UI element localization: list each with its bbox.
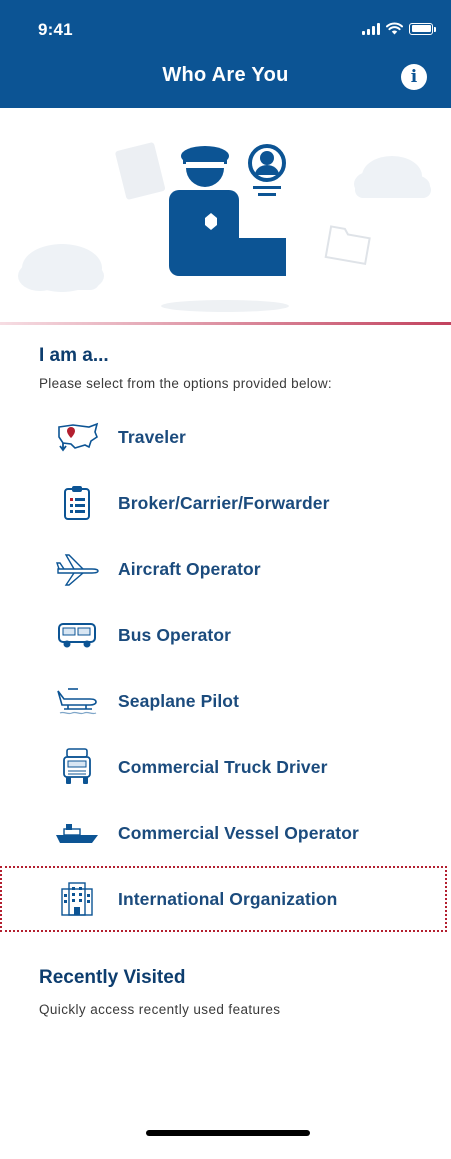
option-seaplane-pilot[interactable]: Seaplane Pilot [0, 668, 451, 734]
status-icons [362, 22, 436, 35]
option-bus-operator[interactable]: Bus Operator [0, 602, 451, 668]
clipboard-icon [52, 483, 102, 523]
recent-section-subtitle: Quickly access recently used features [39, 1002, 281, 1017]
recent-section-title: Recently Visited [39, 967, 186, 988]
option-traveler[interactable]: Traveler [0, 404, 451, 470]
airplane-icon [52, 549, 102, 589]
option-label: Commercial Vessel Operator [118, 822, 359, 843]
wifi-icon [386, 22, 403, 35]
option-label: Seaplane Pilot [118, 690, 240, 711]
status-time: 9:41 [38, 20, 73, 39]
home-indicator[interactable] [146, 1130, 310, 1136]
option-international-organization[interactable]: International Organization [0, 866, 447, 932]
section-divider [0, 322, 451, 325]
seaplane-icon [52, 681, 102, 721]
option-label: Traveler [118, 426, 186, 447]
option-aircraft-operator[interactable]: Aircraft Operator [0, 536, 451, 602]
hero-illustration [0, 108, 451, 324]
info-icon[interactable]: i [401, 64, 427, 90]
option-label: Commercial Truck Driver [118, 756, 328, 777]
option-label: Broker/Carrier/Forwarder [118, 492, 330, 513]
cellular-signal-icon [362, 22, 380, 35]
bus-icon [52, 615, 102, 655]
folder-icon [324, 225, 371, 266]
option-label: International Organization [118, 888, 338, 909]
option-broker-carrier-forwarder[interactable]: Broker/Carrier/Forwarder [0, 470, 451, 536]
section-title: I am a... [39, 345, 109, 366]
us-map-pin-icon [52, 417, 102, 457]
app-header: 9:41 Who Are You i [0, 0, 451, 108]
truck-icon [52, 747, 102, 787]
document-icon [115, 142, 166, 200]
option-label: Bus Operator [118, 624, 232, 645]
ship-icon [52, 813, 102, 853]
option-commercial-vessel-operator[interactable]: Commercial Vessel Operator [0, 800, 451, 866]
option-label: Aircraft Operator [118, 558, 261, 579]
page-title: Who Are You [162, 64, 289, 86]
battery-icon [409, 22, 436, 35]
cloud-icon [18, 244, 104, 292]
building-icon [52, 879, 102, 919]
section-subtitle: Please select from the options provided … [39, 376, 332, 391]
cloud-icon [354, 156, 431, 198]
officer-illustration [18, 142, 431, 312]
option-commercial-truck-driver[interactable]: Commercial Truck Driver [0, 734, 451, 800]
person-icon [248, 144, 286, 196]
